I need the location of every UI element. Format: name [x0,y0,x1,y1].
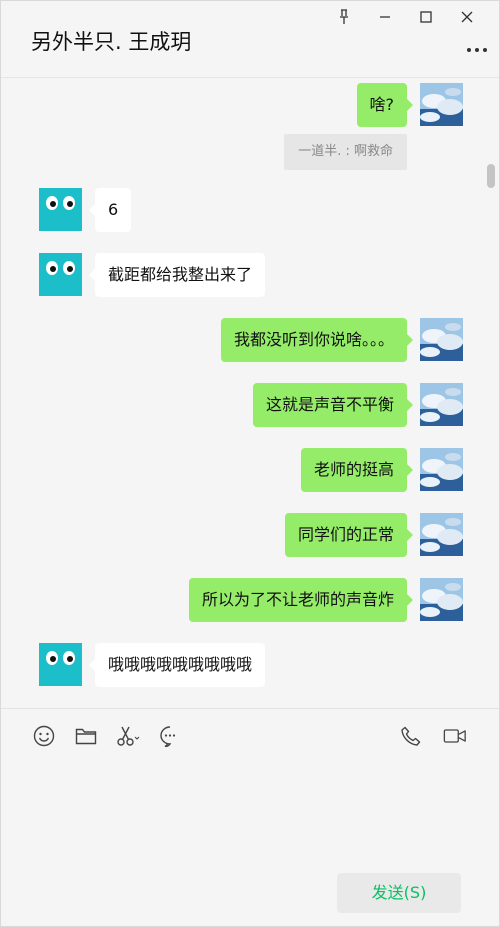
avatar-other[interactable] [39,643,82,686]
message-input[interactable] [21,761,481,861]
toolbar-divider [1,708,499,709]
avatar-me[interactable] [420,83,463,126]
message-bubble-me[interactable]: 所以为了不让老师的声音炸 [188,578,414,622]
message-bubble-me[interactable]: 我都没听到你说啥。。。 [220,318,414,362]
emoji-button[interactable] [32,724,56,748]
system-note: 一道半. : 啊救命 [284,134,407,170]
sky-avatar-icon [420,383,463,426]
chat-window: 另外半只. 王成玥 啥? 一道半.: 啊救命 6 截距都给我整出来了 我都没听… [0,0,500,927]
avatar-me[interactable] [420,383,463,426]
emoji-icon [33,725,55,747]
sky-avatar-icon [420,513,463,556]
chat-history-icon [160,726,176,747]
chat-history-button[interactable] [158,724,182,748]
send-file-button[interactable] [74,724,98,748]
scrollbar-thumb[interactable] [487,164,495,188]
message-bubble-me[interactable]: 啥? [356,83,413,127]
message-row: 这就是声音不平衡 [1,383,499,429]
sky-avatar-icon [420,448,463,491]
message-bubble-other[interactable]: 截距都给我整出来了 [88,253,266,297]
message-row: 同学们的正常 [1,513,499,559]
message-bubble-me[interactable]: 同学们的正常 [284,513,414,557]
message-row: 哦哦哦哦哦哦哦哦哦 [1,643,499,689]
more-icon [467,48,487,52]
phone-icon [401,726,421,746]
more-button[interactable] [465,42,489,56]
sky-avatar-icon [420,318,463,361]
voice-call-button[interactable] [399,724,423,748]
message-row: 截距都给我整出来了 [1,253,499,299]
message-row: 啥? [1,83,499,129]
sky-avatar-icon [420,578,463,621]
pin-button[interactable] [323,7,364,27]
pin-icon [339,9,348,24]
close-icon [461,11,472,23]
message-row: 我都没听到你说啥。。。 [1,318,499,364]
message-row: 老师的挺高 [1,448,499,494]
avatar-me[interactable] [420,448,463,491]
minimize-button[interactable] [364,7,405,27]
message-list[interactable]: 啥? 一道半. : 啊救命 6 截距都给我整出来了 我都没听到你说啥。。。 这就… [1,79,499,709]
video-icon [443,729,466,743]
avatar-me[interactable] [420,578,463,621]
send-button[interactable]: 发送(S) [337,873,461,913]
avatar-other[interactable] [39,188,82,231]
avatar-other[interactable] [39,253,82,296]
close-button[interactable] [446,7,487,27]
message-bubble-other[interactable]: 哦哦哦哦哦哦哦哦哦 [88,643,266,687]
message-bubble-me[interactable]: 这就是声音不平衡 [252,383,414,427]
video-call-button[interactable] [443,724,467,748]
avatar-me[interactable] [420,513,463,556]
eyes-avatar-icon [39,253,82,296]
sky-avatar-icon [420,83,463,126]
message-row: 6 [1,188,499,234]
screenshot-button[interactable] [116,724,140,748]
chat-title: 另外半只. 王成玥 [31,30,192,54]
chat-header: 另外半只. 王成玥 [1,1,499,78]
scissors-icon [117,726,140,746]
maximize-button[interactable] [405,7,446,27]
window-controls [323,7,487,27]
folder-icon [75,728,97,745]
call-toolbar [399,724,467,748]
eyes-avatar-icon [39,643,82,686]
input-toolbar [32,724,182,748]
avatar-me[interactable] [420,318,463,361]
message-row: 所以为了不让老师的声音炸 [1,578,499,624]
eyes-avatar-icon [39,188,82,231]
message-bubble-other[interactable]: 6 [88,188,132,232]
message-bubble-me[interactable]: 老师的挺高 [300,448,414,492]
maximize-icon [419,11,432,23]
minimize-icon [379,16,390,18]
